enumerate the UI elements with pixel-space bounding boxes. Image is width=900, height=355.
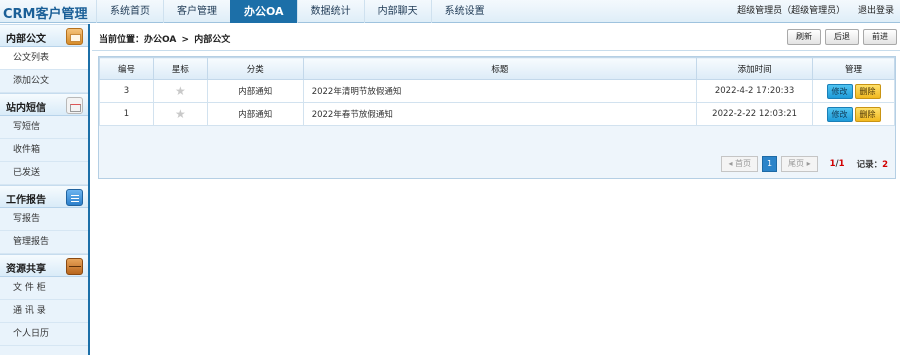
cell-star: ★ (152, 79, 208, 103)
cell-time: 2022-4-2 17:20:33 (696, 79, 814, 103)
sidebar-item-write-report[interactable]: 写报告 (0, 208, 88, 231)
record-label: 记录： (856, 160, 883, 170)
breadcrumb-bar: 当前位置：办公OA > 内部公文 刷新 后退 前进 (92, 24, 900, 51)
sidebar-group-documents[interactable]: 内部公文 (0, 24, 88, 47)
table-row: 3 ★ 内部通知 2022年清明节放假通知 2022-4-2 17:20:33 … (99, 79, 895, 103)
cell-actions: 修改 删除 (812, 79, 895, 103)
cell-category: 内部通知 (206, 79, 304, 103)
cell-actions: 修改 删除 (812, 102, 895, 126)
sidebar-item-calendar[interactable]: 个人日历 (0, 323, 88, 346)
first-page-label: 首页 (735, 159, 752, 168)
breadcrumb-separator: > (181, 35, 190, 45)
cell-category: 内部通知 (206, 102, 304, 126)
nav-item-customers[interactable]: 客户管理 (163, 0, 230, 23)
star-icon[interactable]: ★ (175, 84, 186, 98)
table-header-row: 编号 星标 分类 标题 添加时间 管理 (99, 57, 895, 80)
current-user[interactable]: 超级管理员（超级管理员） (737, 6, 845, 16)
sidebar-group-title: 工作报告 (6, 195, 46, 206)
pagination: ◂ 首页 1 尾页 ▸ 1/1 记录：2 (717, 156, 888, 172)
column-header-id: 编号 (99, 57, 154, 80)
sidebar-group-title: 站内短信 (6, 103, 46, 114)
last-page-button[interactable]: 尾页 ▸ (781, 156, 818, 172)
page-total: 1 (838, 159, 845, 169)
envelope-icon (66, 97, 83, 114)
delete-button[interactable]: 删除 (854, 106, 881, 122)
sidebar-item-sent[interactable]: 已发送 (0, 162, 88, 185)
breadcrumb: 当前位置：办公OA > 内部公文 (99, 32, 230, 45)
record-value: 2 (882, 160, 888, 170)
main-nav: 系统首页 客户管理 办公OA 数据统计 内部聊天 系统设置 (96, 0, 498, 23)
edit-button[interactable]: 修改 (826, 106, 853, 122)
cell-id: 3 (99, 79, 154, 103)
page-info: 1/1 (830, 159, 845, 169)
edit-button[interactable]: 修改 (826, 83, 853, 99)
main-content: 当前位置：办公OA > 内部公文 刷新 后退 前进 编号 星标 分类 标题 添加… (92, 24, 900, 355)
sidebar-group-title: 资源共享 (6, 264, 46, 275)
column-header-category: 分类 (206, 57, 304, 80)
sidebar-group-reports[interactable]: 工作报告 (0, 185, 88, 208)
nav-item-statistics[interactable]: 数据统计 (296, 0, 364, 23)
delete-button[interactable]: 删除 (854, 83, 881, 99)
cell-star: ★ (152, 102, 208, 126)
first-page-button[interactable]: ◂ 首页 (721, 156, 759, 172)
app-logo: CRM客户管理 (3, 7, 88, 22)
document-icon (66, 189, 83, 206)
mail-icon (66, 28, 83, 45)
refresh-button[interactable]: 刷新 (787, 29, 821, 45)
breadcrumb-prefix: 当前位置： (99, 35, 145, 45)
sidebar: 内部公文 公文列表 添加公文 站内短信 写短信 收件箱 已发送 工作报告 写报告… (0, 24, 90, 355)
breadcrumb-section[interactable]: 办公OA (144, 35, 176, 45)
table-row: 1 ★ 内部通知 2022年春节放假通知 2022-2-22 12:03:21 … (99, 102, 895, 126)
toolbar: 刷新 后退 前进 (783, 29, 897, 45)
column-header-star: 星标 (152, 57, 208, 80)
box-icon (66, 258, 83, 275)
column-header-title: 标题 (302, 57, 698, 80)
page-number-button[interactable]: 1 (762, 156, 778, 172)
document-table: 编号 星标 分类 标题 添加时间 管理 3 ★ 内部通知 2022年清明节放假通… (99, 57, 895, 126)
document-list-panel: 编号 星标 分类 标题 添加时间 管理 3 ★ 内部通知 2022年清明节放假通… (98, 56, 896, 179)
record-count: 记录：2 (857, 158, 888, 170)
nav-item-settings[interactable]: 系统设置 (430, 0, 498, 23)
sidebar-group-title: 内部公文 (6, 34, 46, 45)
sidebar-item-inbox[interactable]: 收件箱 (0, 139, 88, 162)
sidebar-item-manage-reports[interactable]: 管理报告 (0, 231, 88, 254)
column-header-manage: 管理 (812, 57, 895, 80)
last-page-label: 尾页 (788, 159, 805, 168)
breadcrumb-page: 内部公文 (194, 35, 231, 45)
nav-item-home[interactable]: 系统首页 (96, 0, 163, 23)
cell-id: 1 (99, 102, 154, 126)
sidebar-group-resources[interactable]: 资源共享 (0, 254, 88, 277)
nav-item-office-oa[interactable]: 办公OA (230, 0, 297, 23)
sidebar-item-document-list[interactable]: 公文列表 (0, 47, 88, 70)
sidebar-group-messages[interactable]: 站内短信 (0, 93, 88, 116)
sidebar-item-contacts[interactable]: 通 讯 录 (0, 300, 88, 323)
cell-title[interactable]: 2022年春节放假通知 (302, 102, 698, 126)
user-box: 超级管理员（超级管理员） 退出登录 (727, 0, 894, 23)
back-button[interactable]: 后退 (825, 29, 859, 45)
sidebar-item-file-cabinet[interactable]: 文 件 柜 (0, 277, 88, 300)
column-header-time: 添加时间 (696, 57, 814, 80)
logout-link[interactable]: 退出登录 (858, 6, 894, 16)
sidebar-item-add-document[interactable]: 添加公文 (0, 70, 88, 93)
forward-button[interactable]: 前进 (863, 29, 897, 45)
nav-item-chat[interactable]: 内部聊天 (363, 0, 431, 23)
star-icon[interactable]: ★ (175, 107, 186, 121)
sidebar-item-write-message[interactable]: 写短信 (0, 116, 88, 139)
cell-title[interactable]: 2022年清明节放假通知 (302, 79, 698, 103)
cell-time: 2022-2-22 12:03:21 (696, 102, 814, 126)
top-header: CRM客户管理 系统首页 客户管理 办公OA 数据统计 内部聊天 系统设置 超级… (0, 0, 900, 23)
